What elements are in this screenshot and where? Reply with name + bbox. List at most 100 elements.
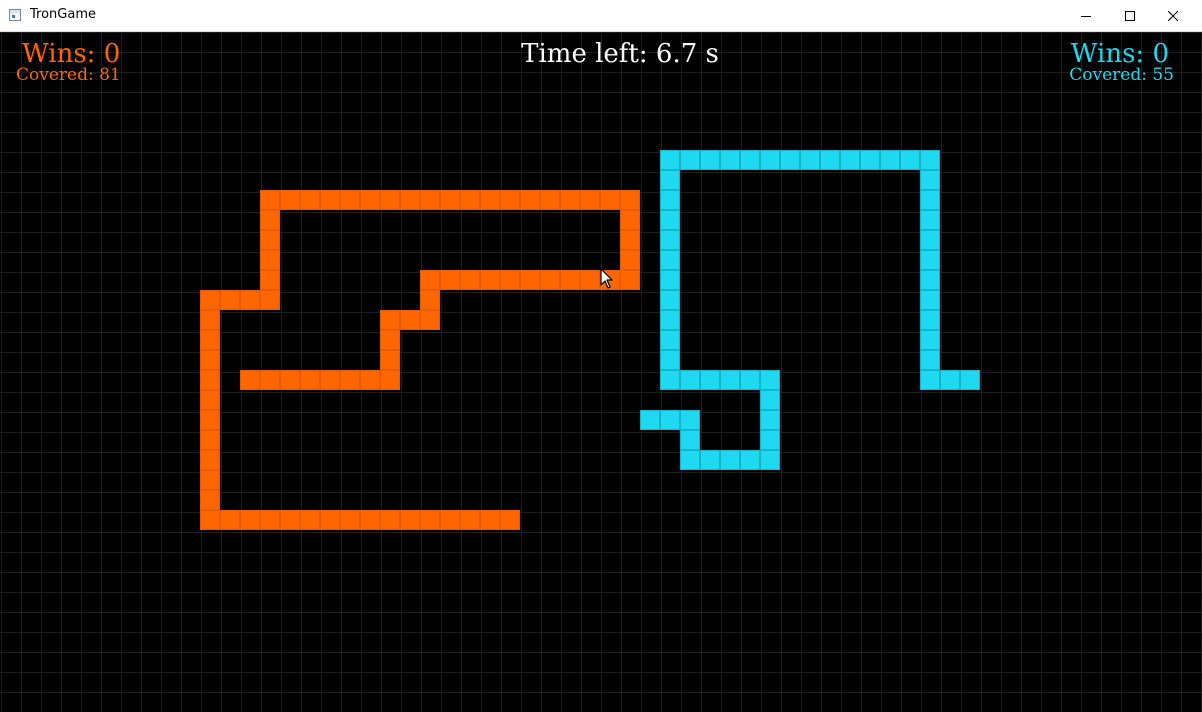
player1-trail-cell [380,370,400,390]
player2-trail-cell [920,150,940,170]
player2-trail-cell [920,370,940,390]
player2-trail-cell [920,310,940,330]
player2-trail-cell [920,210,940,230]
player1-trail-cell [560,190,580,210]
player2-trail-cell [720,150,740,170]
player1-trail-cell [200,490,220,510]
player1-trail-cell [260,510,280,530]
player1-trail-cell [380,510,400,530]
player1-trail-cell [440,510,460,530]
player2-trail-cell [920,250,940,270]
player1-trail-cell [280,510,300,530]
player2-trail-cell [740,370,760,390]
player1-trail-cell [500,510,520,530]
player2-trail-cell [720,450,740,470]
player1-trail-cell [420,310,440,330]
player1-trail-cell [260,270,280,290]
player2-trail-cell [760,150,780,170]
player2-trail-cell [660,370,680,390]
player1-trail-cell [480,190,500,210]
player1-trail-cell [300,370,320,390]
mouse-cursor-icon [600,268,613,289]
player1-trail-cell [200,510,220,530]
player1-trail [200,190,640,530]
player2-trail-cell [760,370,780,390]
player2-trail-cell [680,450,700,470]
player1-trail-cell [260,250,280,270]
player1-trail-cell [380,190,400,210]
player2-trail-cell [660,210,680,230]
player2-trail-cell [920,230,940,250]
player2-trail-cell [680,370,700,390]
player1-trail-cell [580,190,600,210]
player2-trail-cell [680,150,700,170]
player1-trail-cell [460,270,480,290]
player1-trail-cell [240,370,260,390]
player2-trail-cell [920,170,940,190]
player1-trail-cell [260,290,280,310]
player2-trail-cell [720,370,740,390]
player1-trail-cell [480,510,500,530]
player1-trail-cell [480,270,500,290]
player1-covered: Covered: 81 [16,65,121,85]
player1-trail-cell [200,450,220,470]
player1-trail-cell [440,190,460,210]
player1-trail-cell [360,510,380,530]
player2-trail-cell [700,150,720,170]
player1-trail-cell [420,290,440,310]
player1-trail-cell [420,190,440,210]
player2-trail-cell [660,150,680,170]
player1-trail-cell [620,210,640,230]
player1-trail-cell [400,510,420,530]
player2-trail-cell [640,410,660,430]
player1-trail-cell [340,370,360,390]
player1-trail-cell [380,310,400,330]
game-board [200,150,980,530]
player1-trail-cell [420,510,440,530]
time-left: Time left: 6.7 s [521,39,719,69]
player1-trail-cell [200,310,220,330]
player1-trail-cell [580,270,600,290]
player1-trail-cell [520,270,540,290]
player1-trail-cell [620,190,640,210]
player1-trail-cell [280,370,300,390]
player1-trail-cell [340,190,360,210]
player1-trail-cell [500,270,520,290]
player1-trail-cell [200,350,220,370]
player2-covered: Covered: 55 [1069,65,1174,85]
player1-trail-cell [200,290,220,310]
player2-trail-cell [900,150,920,170]
player1-trail-cell [540,190,560,210]
player2-trail [640,150,980,470]
player1-trail-cell [260,210,280,230]
player1-trail-cell [200,470,220,490]
player1-trail-cell [320,510,340,530]
player1-trail-cell [520,190,540,210]
player2-trail-cell [660,250,680,270]
player2-trail-cell [960,370,980,390]
player1-trail-cell [540,270,560,290]
player1-trail-cell [440,270,460,290]
player2-trail-cell [700,370,720,390]
player1-trail-cell [300,510,320,530]
player2-trail-cell [840,150,860,170]
player2-trail-cell [660,310,680,330]
player1-trail-cell [300,190,320,210]
player2-trail-cell [760,390,780,410]
player2-trail-cell [760,410,780,430]
player2-trail-cell [660,290,680,310]
player1-trail-cell [620,230,640,250]
player2-trail-cell [860,150,880,170]
player1-trail-cell [560,270,580,290]
player1-trail-cell [280,190,300,210]
player2-trail-cell [660,270,680,290]
player1-trail-cell [200,370,220,390]
player2-trail-cell [760,450,780,470]
player1-trail-cell [320,370,340,390]
player2-trail-cell [920,270,940,290]
player1-trail-cell [420,270,440,290]
player1-trail-cell [340,510,360,530]
player2-trail-cell [920,290,940,310]
player1-trail-cell [400,190,420,210]
player1-trail-cell [460,190,480,210]
